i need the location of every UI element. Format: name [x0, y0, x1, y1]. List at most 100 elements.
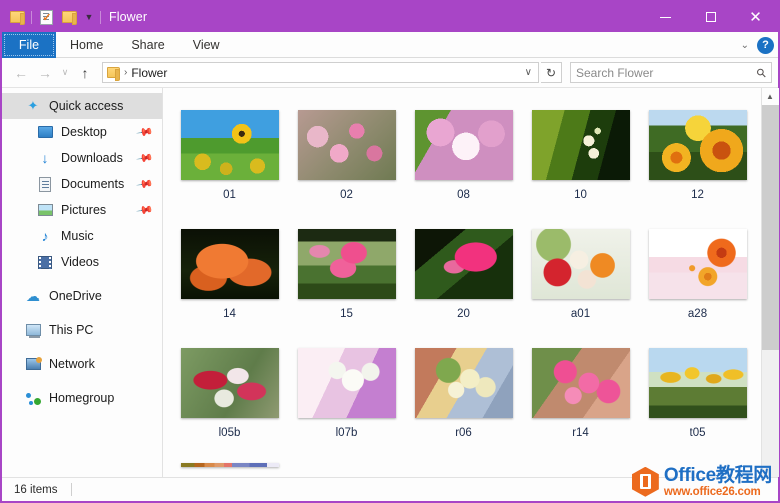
- thumbnail-wrapper: [529, 346, 632, 420]
- maximize-button[interactable]: [688, 2, 733, 32]
- file-name-label: 15: [340, 308, 353, 320]
- forward-button[interactable]: →: [34, 62, 56, 84]
- thumbnail-wrapper: [646, 227, 749, 301]
- thumbnail-image: [649, 229, 747, 299]
- breadcrumb-folder-icon: [107, 67, 120, 78]
- sidebar-item-label: Homegroup: [49, 391, 114, 405]
- quick-access-toolbar: ✓ ▼: [8, 8, 101, 26]
- search-box[interactable]: ⚲: [570, 62, 772, 83]
- scroll-up-button[interactable]: ▲: [762, 88, 779, 105]
- sidebar-item-videos[interactable]: Videos: [2, 249, 162, 275]
- sidebar-item-label: Downloads: [61, 151, 123, 165]
- refresh-button[interactable]: ↻: [541, 62, 562, 83]
- window-controls: ✕: [643, 2, 778, 32]
- back-button[interactable]: ←: [10, 62, 32, 84]
- sidebar-item-downloads[interactable]: ↓ Downloads 📌: [2, 145, 162, 171]
- up-button[interactable]: ↑: [74, 62, 96, 84]
- pictures-icon: [36, 202, 54, 218]
- sidebar-item-label: Pictures: [61, 203, 106, 217]
- scrollbar-thumb[interactable]: [762, 105, 779, 350]
- videos-icon: [36, 254, 54, 270]
- documents-icon: [36, 176, 54, 192]
- sidebar-item-label: Music: [61, 229, 94, 243]
- help-icon[interactable]: ?: [757, 37, 774, 54]
- file-tile[interactable]: r14: [522, 338, 639, 457]
- pin-icon[interactable]: 📌: [136, 123, 155, 142]
- sidebar-item-homegroup[interactable]: Homegroup: [2, 385, 162, 411]
- file-name-label: 10: [574, 189, 587, 201]
- tab-view[interactable]: View: [179, 32, 234, 58]
- tab-home[interactable]: Home: [56, 32, 117, 58]
- file-tile[interactable]: 15: [288, 219, 405, 338]
- breadcrumb-chevron-down-icon[interactable]: ∨: [525, 67, 536, 78]
- file-tile[interactable]: 01: [171, 100, 288, 219]
- address-bar: ← → ∨ ↑ › Flower ∨ ↻ ⚲: [2, 58, 778, 88]
- file-name-label: 12: [691, 189, 704, 201]
- thumbnail-image: [298, 110, 396, 180]
- chevron-down-icon[interactable]: ⌄: [741, 40, 749, 51]
- tab-file[interactable]: File: [2, 32, 56, 58]
- sidebar-item-desktop[interactable]: Desktop 📌: [2, 119, 162, 145]
- file-tile[interactable]: 12: [639, 100, 756, 219]
- breadcrumb-item-flower[interactable]: Flower: [131, 66, 167, 80]
- thumbnail-wrapper: [529, 227, 632, 301]
- file-tile[interactable]: 14: [171, 219, 288, 338]
- music-icon: ♪: [36, 228, 54, 244]
- thumbnail-image: [181, 229, 279, 299]
- file-name-label: 02: [340, 189, 353, 201]
- file-name-label: l07b: [336, 427, 358, 439]
- new-folder-icon[interactable]: [60, 8, 78, 26]
- file-name-label: 08: [457, 189, 470, 201]
- thumbnail-wrapper: [295, 108, 398, 182]
- sidebar-item-music[interactable]: ♪ Music: [2, 223, 162, 249]
- file-list-view[interactable]: 01 02 08 10 12 14 15 20a01a28 l05b l07b r06r14t05: [163, 88, 761, 477]
- thumbnail-wrapper: [295, 346, 398, 420]
- scrollbar-track[interactable]: [762, 105, 779, 477]
- file-tile-partial[interactable]: [171, 457, 288, 477]
- star-icon: ✦: [24, 98, 42, 114]
- pin-icon[interactable]: 📌: [136, 175, 155, 194]
- sidebar-item-network[interactable]: Network: [2, 351, 162, 377]
- search-input[interactable]: [576, 66, 757, 80]
- recent-locations-button[interactable]: ∨: [58, 62, 72, 84]
- customize-chevron-icon[interactable]: ▼: [83, 13, 95, 22]
- pin-icon[interactable]: 📌: [136, 149, 155, 168]
- downloads-icon: ↓: [36, 150, 54, 166]
- computer-icon: [24, 322, 42, 338]
- sidebar-item-pictures[interactable]: Pictures 📌: [2, 197, 162, 223]
- ribbon-right-controls: ⌄ ?: [741, 32, 774, 58]
- file-tile[interactable]: 10: [522, 100, 639, 219]
- vertical-scrollbar[interactable]: ▲: [761, 88, 778, 477]
- thumbnail-image: [181, 463, 279, 467]
- pin-icon[interactable]: 📌: [136, 201, 155, 220]
- thumbnail-grid: 01 02 08 10 12 14 15 20a01a28 l05b l07b r06r14t05: [171, 100, 761, 477]
- file-tile[interactable]: r06: [405, 338, 522, 457]
- properties-icon[interactable]: ✓: [37, 8, 55, 26]
- sidebar-spacer: [2, 343, 162, 351]
- tab-share[interactable]: Share: [117, 32, 178, 58]
- sidebar-item-quick-access[interactable]: ✦ Quick access: [2, 93, 162, 119]
- thumbnail-wrapper: [412, 227, 515, 301]
- sidebar-item-onedrive[interactable]: ☁ OneDrive: [2, 283, 162, 309]
- sidebar-item-this-pc[interactable]: This PC: [2, 317, 162, 343]
- file-tile[interactable]: 02: [288, 100, 405, 219]
- file-tile[interactable]: l07b: [288, 338, 405, 457]
- file-tile[interactable]: 20: [405, 219, 522, 338]
- thumbnail-wrapper: [529, 108, 632, 182]
- breadcrumb[interactable]: › Flower ∨: [102, 62, 539, 83]
- file-name-label: l05b: [219, 427, 241, 439]
- title-bar: ✓ ▼ Flower ✕: [2, 2, 778, 32]
- item-count-label: 16 items: [14, 484, 57, 496]
- sidebar-item-documents[interactable]: Documents 📌: [2, 171, 162, 197]
- file-tile[interactable]: t05: [639, 338, 756, 457]
- status-divider: [71, 483, 72, 496]
- close-button[interactable]: ✕: [733, 2, 778, 32]
- sidebar-item-label: Documents: [61, 177, 124, 191]
- file-tile[interactable]: a01: [522, 219, 639, 338]
- folder-icon[interactable]: [8, 8, 26, 26]
- file-tile[interactable]: l05b: [171, 338, 288, 457]
- minimize-button[interactable]: [643, 2, 688, 32]
- file-tile[interactable]: a28: [639, 219, 756, 338]
- file-tile[interactable]: 08: [405, 100, 522, 219]
- thumbnail-wrapper: [178, 108, 281, 182]
